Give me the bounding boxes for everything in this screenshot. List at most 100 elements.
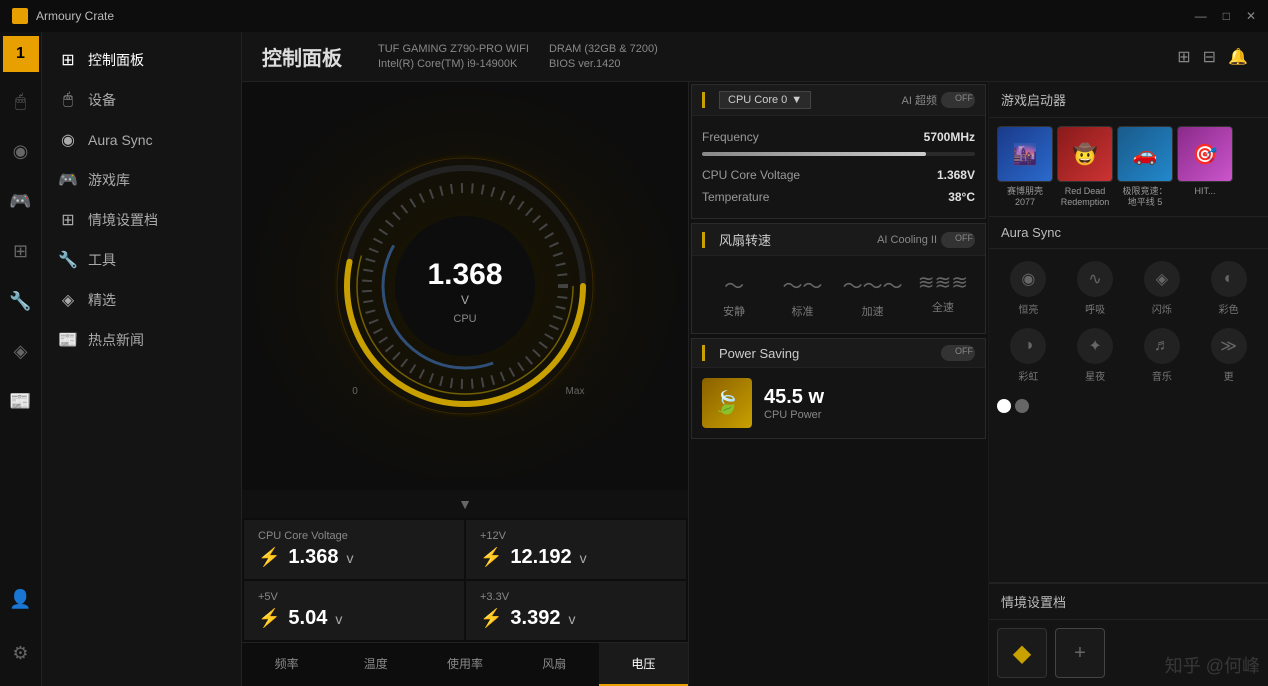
nav-label-news: 热点新闻 — [88, 330, 144, 350]
cpu-panel-body: Frequency 5700MHz CPU Core Voltage 1.368… — [692, 116, 985, 218]
fan-mode-full[interactable]: ≋≋≋ 全速 — [911, 266, 975, 323]
window-controls[interactable]: — □ ✕ — [1195, 9, 1256, 23]
nav-item-dashboard[interactable]: ⊞ 控制面板 — [42, 40, 241, 80]
center-section: 1.368 V CPU 0 Max ▼ CPU Core Voltage — [242, 82, 688, 686]
stat-unit-5v: v — [335, 611, 342, 627]
aura-mode-color[interactable]: ◐ 彩色 — [1197, 257, 1260, 320]
aura-mode-breath[interactable]: ∿ 呼吸 — [1064, 257, 1127, 320]
power-toggle[interactable]: OFF — [941, 345, 975, 361]
game-name-horizon: 极限竞速： 地平线 5 — [1122, 186, 1167, 208]
aura-nav-icon: ◉ — [58, 130, 78, 150]
aura-section: Aura Sync ◉ 恒亮 ∿ 呼吸 ◈ 闪烁 — [989, 217, 1268, 583]
svg-text:Max: Max — [566, 386, 585, 397]
aura-icon: ◉ — [13, 141, 29, 162]
down-arrow[interactable]: ▼ — [242, 490, 688, 518]
sidebar-item-aura[interactable]: ◉ — [3, 126, 39, 176]
tab-fan[interactable]: 风扇 — [510, 643, 599, 686]
sidebar-number-badge: 1 — [3, 36, 39, 72]
aura-mode-music[interactable]: ♬ 音乐 — [1131, 324, 1194, 387]
system-ram: DRAM (32GB & 7200) — [549, 43, 658, 55]
game-list: 🌆 赛博朋壳 2077 🤠 Red Dead Redemption 🚗 极限竞速… — [989, 118, 1268, 216]
sidebar-item-user[interactable]: 👤 — [3, 574, 39, 624]
fan-ai-label: AI Cooling II — [877, 234, 937, 246]
notification-button[interactable]: 🔔 — [1228, 47, 1248, 67]
profile-card-1[interactable]: ◆ — [997, 628, 1047, 678]
nav-item-devices[interactable]: 🖱 设备 — [42, 80, 241, 120]
app-icon — [12, 8, 28, 24]
nav-item-picks[interactable]: ◈ 精选 — [42, 280, 241, 320]
aura-mode-flash[interactable]: ◈ 闪烁 — [1131, 257, 1194, 320]
profile-section-title: 情境设置档 — [989, 584, 1268, 620]
header-actions: ⊞ ⊟ 🔔 — [1177, 47, 1248, 67]
maximize-button[interactable]: □ — [1223, 9, 1230, 23]
game-card-horizon[interactable]: 🚗 极限竞速： 地平线 5 — [1117, 126, 1173, 208]
stat-row-12v: ⚡ 12.192 v — [480, 546, 672, 569]
games-icon: 🎮 — [9, 191, 31, 212]
toggle-bg-ai[interactable]: OFF — [941, 92, 975, 108]
fan-toggle[interactable]: AI Cooling II OFF — [877, 232, 975, 248]
sidebar-item-news[interactable]: 📰 — [3, 376, 39, 426]
sidebar-item-settings[interactable]: ⚙ — [3, 628, 39, 678]
toggle-bg-fan[interactable]: OFF — [941, 232, 975, 248]
power-title: Power Saving — [719, 346, 799, 361]
sidebar-item-picks[interactable]: ◈ — [3, 326, 39, 376]
rainbow-icon: ◑ — [1010, 328, 1046, 364]
game-card-rdr[interactable]: 🤠 Red Dead Redemption — [1057, 126, 1113, 208]
sidebar-item-tools[interactable]: 🔧 — [3, 276, 39, 326]
stat-row-5v: ⚡ 5.04 v — [258, 607, 450, 630]
aura-mode-rainbow[interactable]: ◑ 彩虹 — [997, 324, 1060, 387]
nav-item-games[interactable]: 🎮 游戏库 — [42, 160, 241, 200]
stat-row-voltage: ⚡ 1.368 v — [258, 546, 450, 569]
color-white[interactable] — [997, 399, 1011, 413]
power-label: CPU Power — [764, 409, 824, 421]
tab-frequency[interactable]: 频率 — [242, 643, 331, 686]
tab-voltage[interactable]: 电压 — [599, 643, 688, 686]
fan-quiet-icon: 〜 — [724, 270, 744, 299]
lightning-icon-33v: ⚡ — [480, 608, 502, 629]
starry-icon: ✦ — [1077, 328, 1113, 364]
aura-mode-static[interactable]: ◉ 恒亮 — [997, 257, 1060, 320]
system-cpu: Intel(R) Core(TM) i9-14900K — [378, 58, 529, 70]
stat-unit-33v: v — [568, 611, 575, 627]
gauge-sublabel-text: CPU — [453, 313, 476, 325]
game-card-cyberpunk[interactable]: 🌆 赛博朋壳 2077 — [997, 126, 1053, 208]
profile-add-button[interactable]: + — [1055, 628, 1105, 678]
cpu-core-label: CPU Core 0 — [728, 94, 787, 106]
sidebar-item-scenarios[interactable]: ⊞ — [3, 226, 39, 276]
stat-value-5v: 5.04 — [288, 607, 327, 630]
nav-item-news[interactable]: 📰 热点新闻 — [42, 320, 241, 360]
fan-mode-quiet[interactable]: 〜 安静 — [702, 266, 766, 323]
nav-item-aura[interactable]: ◉ Aura Sync — [42, 120, 241, 160]
fan-mode-boost[interactable]: 〜〜〜 加速 — [839, 266, 907, 323]
sidebar-item-devices[interactable]: 🖱 — [3, 76, 39, 126]
power-panel-header: Power Saving OFF — [692, 339, 985, 368]
gauge-area: 1.368 V CPU 0 Max — [242, 82, 688, 490]
power-panel: Power Saving OFF 🍃 45.5 w — [691, 338, 986, 439]
close-button[interactable]: ✕ — [1246, 9, 1256, 23]
screenshot-button[interactable]: ⊞ — [1177, 47, 1190, 67]
cpu-panel-header-left: CPU Core 0 ▼ — [702, 91, 811, 109]
fan-boost-label: 加速 — [862, 303, 884, 319]
fan-mode-standard[interactable]: 〜〜 标准 — [770, 266, 834, 323]
breath-label: 呼吸 — [1085, 301, 1105, 316]
aura-mode-starry[interactable]: ✦ 星夜 — [1064, 324, 1127, 387]
stats-row: CPU Core Voltage ⚡ 1.368 v +12V ⚡ 12.192… — [242, 518, 688, 642]
color-gray[interactable] — [1015, 399, 1029, 413]
aura-mode-more[interactable]: ≫ 更 — [1197, 324, 1260, 387]
toggle-bg-power[interactable]: OFF — [941, 345, 975, 361]
tab-usage[interactable]: 使用率 — [420, 643, 509, 686]
game-card-hit[interactable]: 🎯 HIT... — [1177, 126, 1233, 208]
minimize-button[interactable]: — — [1195, 9, 1207, 23]
ai-toggle[interactable]: AI 超频 OFF — [902, 92, 975, 108]
nav-item-tools[interactable]: 🔧 工具 — [42, 240, 241, 280]
frequency-bar — [702, 152, 975, 156]
sidebar-item-games[interactable]: 🎮 — [3, 176, 39, 226]
power-separator — [702, 345, 705, 361]
nav-item-scenarios[interactable]: ⊞ 情境设置档 — [42, 200, 241, 240]
toggle-label-fan: OFF — [955, 233, 973, 243]
more-label: 更 — [1224, 368, 1234, 383]
stat-card-5v: +5V ⚡ 5.04 v — [244, 581, 464, 640]
grid-button[interactable]: ⊟ — [1203, 47, 1216, 67]
tab-temperature[interactable]: 温度 — [331, 643, 420, 686]
cpu-core-dropdown[interactable]: CPU Core 0 ▼ — [719, 91, 811, 109]
